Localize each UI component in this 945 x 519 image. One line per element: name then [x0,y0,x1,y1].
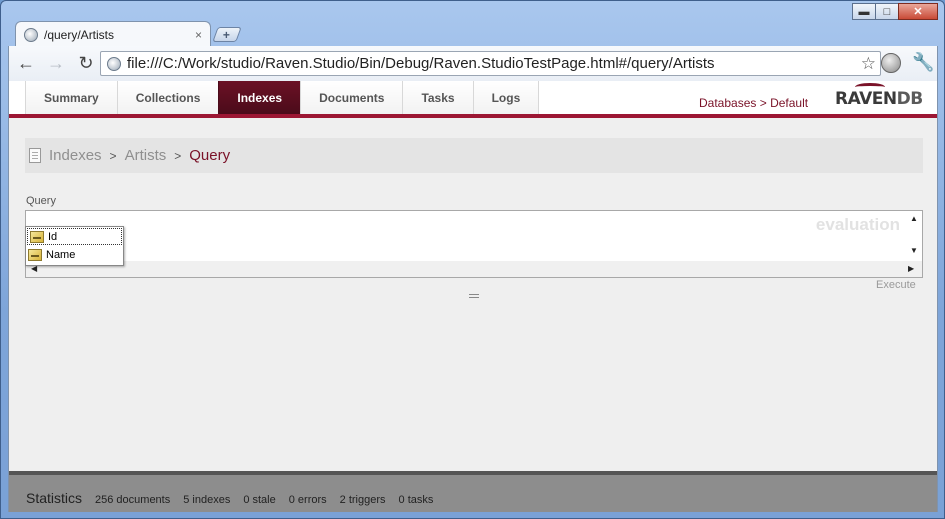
breadcrumb-separator: > [174,148,182,163]
evaluation-watermark: evaluation [815,215,900,234]
tab-tasks[interactable]: Tasks [402,81,473,114]
stat-stale: 0 stale [243,494,276,506]
studio-nav: Summary Collections Indexes Documents Ta… [9,81,937,114]
statistics-title: Statistics [26,490,83,506]
bookmark-star-icon[interactable]: ☆ [861,54,876,74]
autocomplete-item[interactable]: Name [26,246,123,264]
execute-button[interactable]: Execute [876,279,916,291]
statistics-bar: Statistics 256 documents 5 indexes 0 sta… [9,471,937,512]
autocomplete-item[interactable]: Id [27,228,122,245]
page-icon [107,56,121,71]
tab-indexes[interactable]: Indexes [218,81,301,114]
scroll-right-arrow-icon[interactable]: ▶ [908,264,914,273]
close-window-button[interactable]: ✕ [898,3,938,20]
breadcrumb-indexes[interactable]: Indexes [49,147,102,164]
logo-part-db: DB [896,89,924,109]
stat-triggers: 2 triggers [339,494,386,506]
tab-logs[interactable]: Logs [472,81,540,114]
page-viewport: Summary Collections Indexes Documents Ta… [8,81,938,512]
stat-tasks: 0 tasks [398,494,434,506]
horizontal-scrollbar[interactable]: ◀ ▶ [26,261,922,277]
stat-errors: 0 errors [288,494,327,506]
nav-divider [9,114,937,118]
nav-tabs: Summary Collections Indexes Documents Ta… [25,81,540,114]
field-icon [28,249,42,261]
logo-part-raven: RAVEN [835,89,897,109]
close-tab-icon[interactable]: × [195,28,202,42]
tab-collections[interactable]: Collections [116,81,219,114]
tab-documents[interactable]: Documents [300,81,403,114]
browser-toolbar: ← → ↻ file:///C:/Work/studio/Raven.Studi… [8,46,938,81]
address-bar[interactable]: file:///C:/Work/studio/Raven.Studio/Bin/… [100,51,881,76]
ravendb-logo: RAVENDB [835,89,923,109]
stat-documents: 256 documents [95,494,171,506]
breadcrumb-separator: > [109,148,117,163]
breadcrumb-current: Query [189,147,231,164]
databases-link[interactable]: Databases [699,96,756,110]
globe-icon [24,27,38,42]
document-icon [29,148,41,163]
plus-icon: + [223,27,231,42]
maximize-button[interactable]: □ [875,3,899,20]
scroll-down-arrow-icon[interactable]: ▼ [910,246,918,255]
forward-button[interactable]: → [43,51,69,77]
url-text[interactable]: file:///C:/Work/studio/Raven.Studio/Bin/… [127,55,861,72]
wrench-icon[interactable]: 🔧 [912,52,934,73]
reload-button[interactable]: ↻ [73,51,99,77]
scroll-up-arrow-icon[interactable]: ▲ [910,214,918,223]
crumb-separator: > [759,96,767,110]
back-button[interactable]: ← [13,51,39,77]
autocomplete-item-label: Id [48,230,58,243]
stat-indexes: 5 indexes [183,494,231,506]
autocomplete-popup: Id Name [25,226,124,266]
tab-title: /query/Artists [44,27,115,42]
statistics-content: Statistics 256 documents 5 indexes 0 sta… [26,490,433,506]
database-name-link[interactable]: Default [770,96,808,110]
window-controls: ▬ □ ✕ [852,3,938,20]
splitter-handle[interactable] [469,294,479,298]
breadcrumb-artists[interactable]: Artists [125,147,167,164]
autocomplete-item-label: Name [46,249,76,261]
browser-tab[interactable]: /query/Artists × [15,21,211,47]
database-breadcrumb: Databases > Default [699,96,808,110]
extension-icon[interactable] [881,53,901,73]
query-editor[interactable]: evaluation ▲ ▼ ◀ ▶ [25,210,923,278]
vertical-scrollbar[interactable]: ▲ ▼ [906,211,922,261]
minimize-button[interactable]: ▬ [852,3,876,20]
browser-window: ▬ □ ✕ /query/Artists × + ← → ↻ file:///C… [0,0,945,519]
tab-summary[interactable]: Summary [25,81,117,114]
field-icon [30,230,44,243]
query-label: Query [26,195,56,207]
new-tab-button[interactable]: + [212,27,242,42]
breadcrumb: Indexes > Artists > Query [25,138,923,173]
